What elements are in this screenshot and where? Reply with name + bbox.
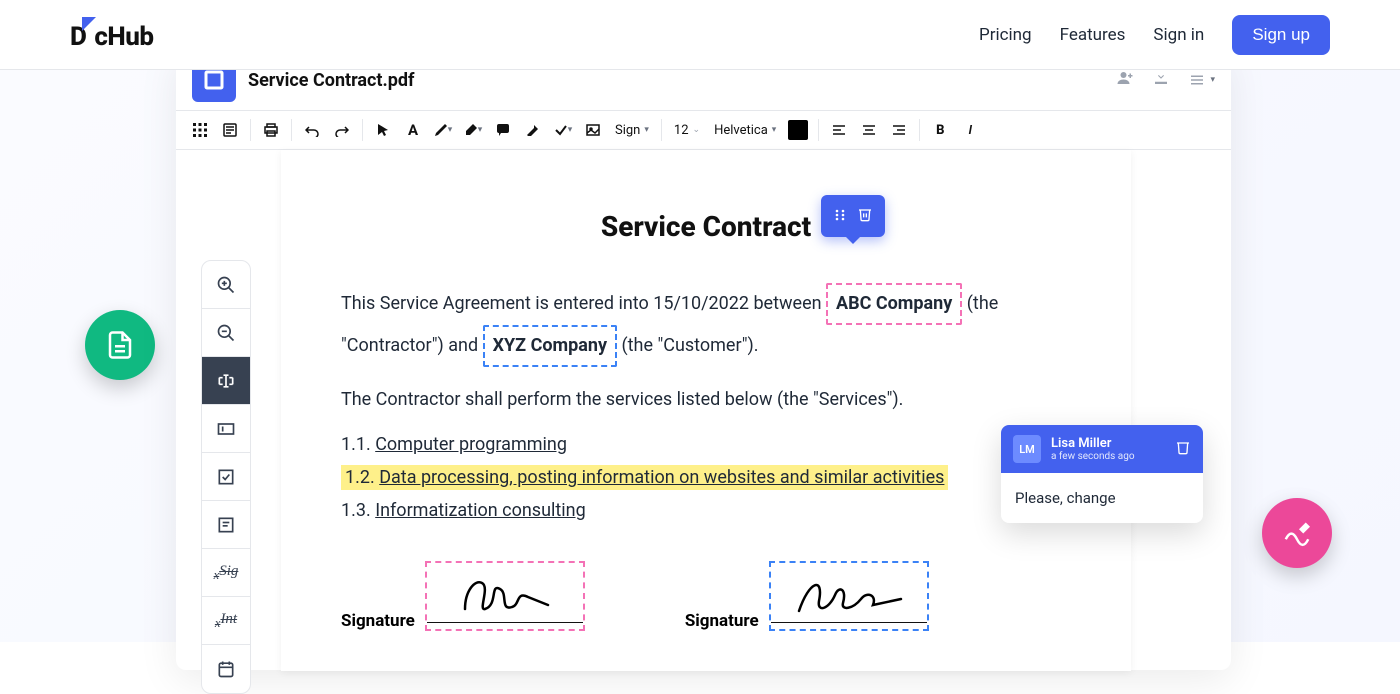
initials-tool[interactable]: xInt bbox=[202, 597, 250, 645]
comment-time: a few seconds ago bbox=[1051, 451, 1135, 462]
toolbar: A ▾ ▾ ▾ Sign▾ 12⌄ Helvetica▾ B I bbox=[176, 110, 1231, 150]
side-tool-rail: xSig xInt bbox=[201, 260, 251, 694]
field-customer[interactable]: XYZ Company bbox=[483, 325, 617, 367]
signature-row: Signature Signature bbox=[341, 561, 1071, 631]
fontsize-dropdown[interactable]: 12⌄ bbox=[668, 123, 706, 138]
signature-block-1: Signature bbox=[341, 561, 585, 631]
doc-heading: Service Contract bbox=[341, 210, 1071, 243]
comment-icon[interactable] bbox=[489, 116, 517, 144]
signature-glyph-1 bbox=[450, 571, 560, 621]
text-field-tool[interactable] bbox=[202, 357, 250, 405]
signature-field-1[interactable] bbox=[425, 561, 585, 631]
selection-toolbar bbox=[821, 195, 885, 237]
print-icon[interactable] bbox=[257, 116, 285, 144]
signature-label: Signature bbox=[341, 611, 415, 631]
avatar: LM bbox=[1013, 435, 1041, 463]
logo-text: DcHub bbox=[70, 22, 153, 52]
highlight-icon[interactable]: ▾ bbox=[459, 116, 487, 144]
document-page: Service Contract This Service Agreement … bbox=[281, 150, 1131, 671]
service-item-2: 1.2. Data processing, posting informatio… bbox=[341, 465, 1071, 490]
text-icon[interactable]: A bbox=[399, 116, 427, 144]
page-icon[interactable] bbox=[216, 116, 244, 144]
signature-glyph-2 bbox=[789, 571, 909, 621]
nav-signin[interactable]: Sign in bbox=[1153, 25, 1204, 45]
add-user-icon[interactable] bbox=[1116, 69, 1134, 91]
top-nav: DcHub Pricing Features Sign in Sign up bbox=[0, 0, 1400, 70]
comment-body: Please, change bbox=[1001, 473, 1203, 523]
signature-tool[interactable]: xSig bbox=[202, 549, 250, 597]
nav-links: Pricing Features Sign in Sign up bbox=[979, 15, 1330, 55]
scribble-icon bbox=[1282, 518, 1312, 548]
comment-popover: LM Lisa Miller a few seconds ago Please,… bbox=[1001, 425, 1203, 523]
field-contractor[interactable]: ABC Company bbox=[826, 283, 962, 325]
pen-icon[interactable]: ▾ bbox=[429, 116, 457, 144]
italic-icon[interactable]: I bbox=[956, 116, 984, 144]
delete-comment-icon[interactable] bbox=[1175, 439, 1191, 459]
align-right-icon[interactable] bbox=[885, 116, 913, 144]
zoom-in-button[interactable] bbox=[202, 261, 250, 309]
paragraph-1: This Service Agreement is entered into 1… bbox=[341, 283, 1071, 367]
font-dropdown[interactable]: Helvetica▾ bbox=[708, 123, 782, 138]
delete-icon[interactable] bbox=[857, 206, 873, 226]
signup-button[interactable]: Sign up bbox=[1232, 15, 1330, 55]
align-center-icon[interactable] bbox=[855, 116, 883, 144]
redo-icon[interactable] bbox=[328, 116, 356, 144]
eraser-icon[interactable] bbox=[519, 116, 547, 144]
bold-icon[interactable]: B bbox=[926, 116, 954, 144]
download-icon[interactable] bbox=[1152, 69, 1170, 91]
nav-features[interactable]: Features bbox=[1060, 25, 1126, 45]
comment-author: Lisa Miller bbox=[1051, 436, 1135, 451]
canvas: xSig xInt Service Contract This Service … bbox=[176, 150, 1231, 670]
editor-window: Service Contract.pdf ▾ A ▾ ▾ ▾ bbox=[176, 50, 1231, 670]
signature-field-2[interactable] bbox=[769, 561, 929, 631]
note-tool[interactable] bbox=[202, 501, 250, 549]
check-icon[interactable]: ▾ bbox=[549, 116, 577, 144]
nav-pricing[interactable]: Pricing bbox=[979, 25, 1032, 45]
service-item-1: 1.1. Computer programming bbox=[341, 434, 1071, 455]
menu-icon[interactable]: ▾ bbox=[1188, 71, 1215, 89]
paragraph-2: The Contractor shall perform the service… bbox=[341, 383, 1071, 417]
service-item-3: 1.3. Informatization consulting bbox=[341, 500, 1071, 521]
checkbox-tool[interactable] bbox=[202, 453, 250, 501]
zoom-out-button[interactable] bbox=[202, 309, 250, 357]
document-title: Service Contract.pdf bbox=[248, 70, 414, 91]
drag-handle-icon[interactable] bbox=[833, 207, 847, 226]
sign-dropdown[interactable]: Sign▾ bbox=[609, 123, 655, 138]
image-icon[interactable] bbox=[579, 116, 607, 144]
document-icon bbox=[105, 330, 135, 360]
draw-fab[interactable] bbox=[1262, 498, 1332, 568]
chevron-down-icon: ▾ bbox=[1210, 75, 1215, 85]
document-fab[interactable] bbox=[85, 310, 155, 380]
pointer-icon[interactable] bbox=[369, 116, 397, 144]
logo[interactable]: DcHub bbox=[70, 17, 153, 52]
undo-icon[interactable] bbox=[298, 116, 326, 144]
comment-header: LM Lisa Miller a few seconds ago bbox=[1001, 425, 1203, 473]
date-tool[interactable] bbox=[202, 645, 250, 693]
text-box-tool[interactable] bbox=[202, 405, 250, 453]
signature-label: Signature bbox=[685, 611, 759, 631]
align-left-icon[interactable] bbox=[825, 116, 853, 144]
color-swatch[interactable] bbox=[784, 116, 812, 144]
signature-block-2: Signature bbox=[685, 561, 929, 631]
stage: Service Contract.pdf ▾ A ▾ ▾ ▾ bbox=[0, 70, 1400, 642]
grid-icon[interactable] bbox=[186, 116, 214, 144]
